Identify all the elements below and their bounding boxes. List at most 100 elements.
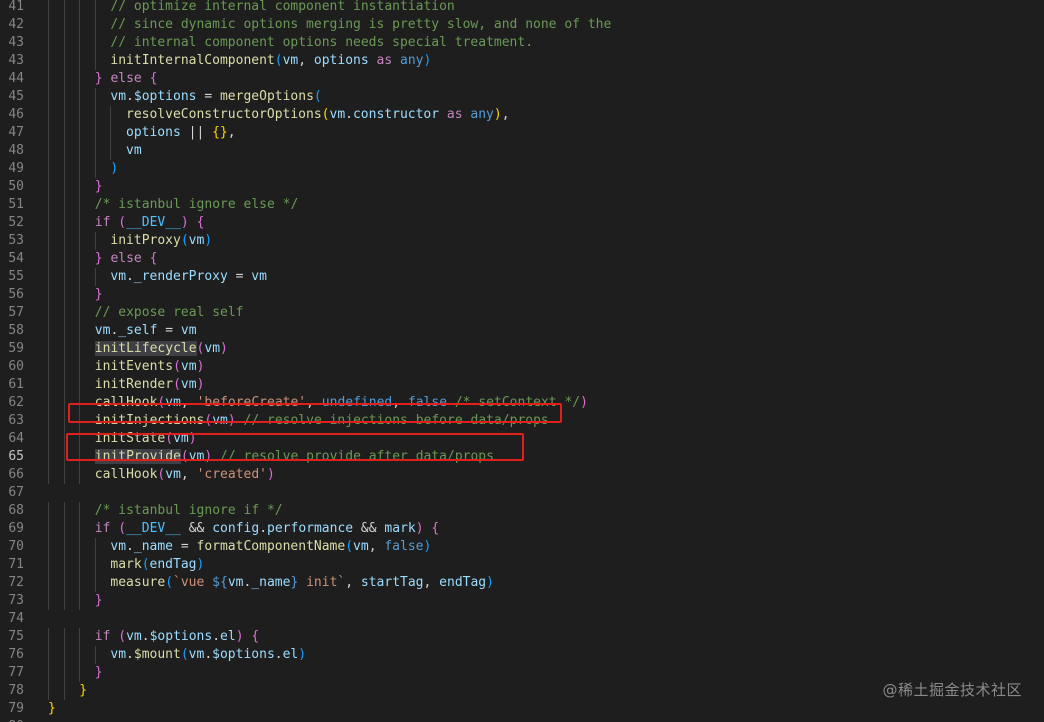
code-line[interactable]: 80 — [0, 718, 1044, 722]
indent-guide — [63, 70, 65, 88]
indent-guide — [63, 466, 65, 484]
indent-guide — [48, 466, 49, 484]
indent-guide — [63, 124, 65, 142]
code-token: vm — [110, 539, 127, 554]
code-token: vm — [110, 647, 127, 662]
code-line[interactable]: 45 vm.$options = mergeOptions( — [0, 88, 1044, 106]
code-line[interactable]: 61 initRender(vm) — [0, 376, 1044, 394]
code-token: _name — [133, 539, 174, 554]
code-line[interactable]: 69 if (__DEV__ && config.performance && m… — [0, 520, 1044, 538]
code-line[interactable]: 43 initInternalComponent(vm, options as a… — [0, 52, 1044, 70]
code-line[interactable]: 79} — [0, 700, 1044, 718]
line-number: 54 — [8, 251, 24, 266]
code-line[interactable]: 50} — [0, 178, 1044, 196]
code-line[interactable]: 48 vm — [0, 142, 1044, 160]
code-token: any — [400, 53, 424, 68]
code-line[interactable]: 55 vm._renderProxy = vm — [0, 268, 1044, 286]
line-code: initEvents(vm) — [95, 358, 205, 376]
indent-guide — [63, 376, 65, 394]
indent-guide — [63, 34, 65, 52]
indent-guide — [48, 376, 49, 394]
code-token: . — [126, 539, 134, 554]
indent-guide — [48, 340, 49, 358]
indent-guide — [48, 394, 49, 412]
line-code: // since dynamic options merging is pret… — [110, 16, 611, 34]
code-line[interactable]: 49) — [0, 160, 1044, 178]
code-token: mergeOptions — [219, 89, 314, 104]
code-token: initInternalComponent — [110, 53, 275, 68]
line-code: measure(`vue ${vm._name} init`, startTag… — [110, 574, 494, 592]
line-number: 67 — [8, 485, 24, 500]
code-token: ) — [196, 377, 205, 392]
code-line[interactable]: 56} — [0, 286, 1044, 304]
code-line[interactable]: 58 vm._self = vm — [0, 322, 1044, 340]
code-line[interactable]: 59 initLifecycle(vm) — [0, 340, 1044, 358]
code-line[interactable]: 51 /* istanbul ignore else */ — [0, 196, 1044, 214]
code-token: { — [149, 251, 158, 266]
indent-guide — [79, 556, 81, 574]
code-token: initLifecycle — [94, 341, 197, 356]
line-code: } else { — [95, 250, 158, 268]
indent-guide — [63, 664, 65, 682]
code-token: {} — [212, 125, 228, 140]
code-line[interactable]: 47 options || {}, — [0, 124, 1044, 142]
code-token: ) — [220, 341, 228, 356]
code-line[interactable]: 66 callHook(vm, 'created') — [0, 466, 1044, 484]
indent-guide — [79, 340, 81, 358]
code-line[interactable]: 74 — [0, 610, 1044, 628]
code-line[interactable]: 41 // optimize internal component instant… — [0, 0, 1044, 16]
line-number: 42 — [8, 17, 24, 32]
code-line[interactable]: 52 if (__DEV__) { — [0, 214, 1044, 232]
code-token: $options — [149, 629, 213, 644]
line-code: ) — [110, 160, 118, 178]
indent-guide — [63, 322, 65, 340]
code-token: _self — [118, 323, 158, 338]
code-line[interactable]: 70 vm._name = formatComponentName(vm, fal… — [0, 538, 1044, 556]
code-line[interactable]: 46 resolveConstructorOptions(vm.construct… — [0, 106, 1044, 124]
code-token: // optimize internal component instantia… — [110, 0, 455, 14]
code-line[interactable]: 75 if (vm.$options.el) { — [0, 628, 1044, 646]
indent-guide — [63, 16, 65, 34]
code-token: if — [94, 215, 119, 230]
code-line[interactable]: 54 } else { — [0, 250, 1044, 268]
code-line[interactable]: 60 initEvents(vm) — [0, 358, 1044, 376]
code-lines[interactable]: 41 // optimize internal component instant… — [0, 0, 1044, 722]
code-token: } — [94, 593, 103, 608]
indent-guide — [63, 394, 65, 412]
indent-guide — [79, 592, 81, 610]
line-code: vm.$mount(vm.$options.el) — [110, 646, 306, 664]
code-line[interactable]: 42 // since dynamic options merging is pr… — [0, 16, 1044, 34]
line-number: 59 — [8, 341, 24, 356]
code-line[interactable]: 67 — [0, 484, 1044, 502]
code-token: // internal component options needs spec… — [110, 35, 534, 50]
line-number: 52 — [8, 215, 24, 230]
code-token: . — [126, 647, 134, 662]
line-code: } — [95, 664, 103, 682]
code-line[interactable]: 43 // internal component options needs sp… — [0, 34, 1044, 52]
line-number: 69 — [8, 521, 24, 536]
indent-guide — [48, 178, 49, 196]
code-line[interactable]: 44} else { — [0, 70, 1044, 88]
code-token: vm — [110, 269, 127, 284]
watermark: @稀土掘金技术社区 — [882, 681, 1022, 699]
code-line[interactable]: 53 initProxy(vm) — [0, 232, 1044, 250]
indent-guide — [63, 106, 65, 124]
code-token: el — [282, 647, 299, 662]
indent-guide — [94, 538, 96, 556]
code-line[interactable]: 72 measure(`vue ${vm._name} init`, startT… — [0, 574, 1044, 592]
indent-guide — [63, 628, 65, 646]
indent-guide — [79, 304, 81, 322]
code-token: if — [94, 629, 119, 644]
line-number: 60 — [8, 359, 24, 374]
code-line[interactable]: 73} — [0, 592, 1044, 610]
line-number: 61 — [8, 377, 24, 392]
indent-guide — [48, 250, 49, 268]
code-token: . — [204, 647, 213, 662]
line-code: // optimize internal component instantia… — [110, 0, 454, 16]
code-line[interactable]: 76 vm.$mount(vm.$options.el) — [0, 646, 1044, 664]
code-line[interactable]: 71 mark(endTag) — [0, 556, 1044, 574]
code-token: config — [212, 521, 260, 536]
code-line[interactable]: 57 // expose real self — [0, 304, 1044, 322]
code-editor[interactable]: 41 // optimize internal component instant… — [0, 0, 1044, 722]
code-line[interactable]: 68 /* istanbul ignore if */ — [0, 502, 1044, 520]
